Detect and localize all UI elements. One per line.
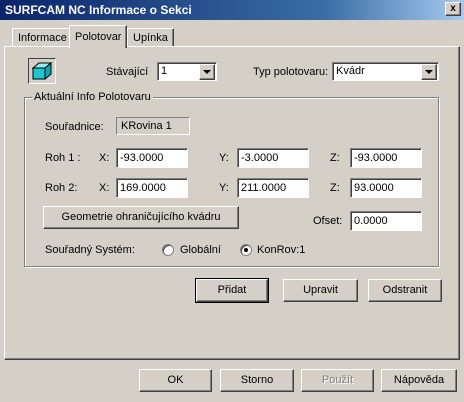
corner1-z-value: -93.0000 bbox=[354, 152, 398, 164]
current-stock-value: 1 bbox=[161, 65, 168, 77]
chevron-down-icon[interactable] bbox=[199, 64, 215, 80]
coords-label: Souřadnice: bbox=[45, 121, 104, 133]
corner2-x-input[interactable]: 169.0000 bbox=[116, 178, 188, 198]
offset-label: Ofset: bbox=[313, 215, 343, 227]
corner1-z-label: Z: bbox=[330, 152, 340, 164]
current-stock-label: Stávající bbox=[106, 66, 149, 78]
radio-global-label[interactable]: Globální bbox=[180, 243, 221, 257]
add-button[interactable]: Přidat bbox=[195, 278, 269, 303]
coord-system-label: Souřadný Systém: bbox=[45, 244, 135, 256]
add-button-label: Přidat bbox=[217, 284, 247, 296]
corner1-x-input[interactable]: -93.0000 bbox=[116, 148, 188, 168]
corner2-label: Roh 2: bbox=[45, 182, 78, 194]
corner1-label: Roh 1 : bbox=[45, 152, 81, 164]
cancel-button-label: Storno bbox=[240, 374, 274, 386]
offset-value: 0.0000 bbox=[354, 215, 388, 227]
coords-value-field: KRovina 1 bbox=[116, 117, 190, 135]
corner2-z-value: 93.0000 bbox=[354, 182, 394, 194]
group-title: Aktuální Info Polotovaru bbox=[32, 90, 153, 104]
corner1-y-value: -3.0000 bbox=[241, 152, 279, 164]
bounding-box-geometry-label: Geometrie ohraničujícího kvádru bbox=[61, 211, 221, 223]
coords-value: KRovina 1 bbox=[121, 120, 172, 132]
ok-button-label: OK bbox=[167, 374, 184, 386]
corner2-x-value: 169.0000 bbox=[120, 182, 166, 194]
radio-local[interactable] bbox=[240, 244, 252, 256]
stock-type-value: Kvádr bbox=[336, 65, 365, 77]
bounding-box-geometry-button[interactable]: Geometrie ohraničujícího kvádru bbox=[43, 206, 239, 229]
current-stock-combo[interactable]: 1 bbox=[157, 62, 217, 81]
help-button[interactable]: Nápověda bbox=[381, 369, 457, 392]
ok-button[interactable]: OK bbox=[139, 369, 212, 392]
corner1-z-input[interactable]: -93.0000 bbox=[350, 148, 422, 168]
stock-type-button[interactable] bbox=[28, 58, 56, 84]
stock-type-label: Typ polotovaru: bbox=[253, 66, 329, 78]
edit-button-label: Upravit bbox=[303, 284, 338, 296]
corner2-z-input[interactable]: 93.0000 bbox=[350, 178, 422, 198]
chevron-down-icon[interactable] bbox=[421, 64, 437, 80]
corner2-x-label: X: bbox=[99, 182, 110, 194]
cancel-button[interactable]: Storno bbox=[220, 369, 294, 392]
corner2-y-input[interactable]: 211.0000 bbox=[237, 178, 309, 198]
radio-local-label[interactable]: KonRov:1 bbox=[257, 243, 305, 257]
corner2-z-label: Z: bbox=[330, 182, 340, 194]
apply-button-label: Použít bbox=[321, 374, 354, 386]
corner1-x-value: -93.0000 bbox=[120, 152, 164, 164]
remove-button[interactable]: Odstranit bbox=[368, 279, 442, 302]
corner1-x-label: X: bbox=[99, 152, 110, 164]
help-button-label: Nápověda bbox=[393, 374, 445, 386]
corner2-y-label: Y: bbox=[219, 182, 229, 194]
corner1-y-label: Y: bbox=[219, 152, 229, 164]
stock-type-combo[interactable]: Kvádr bbox=[332, 62, 439, 81]
offset-input[interactable]: 0.0000 bbox=[350, 211, 422, 231]
box-stock-icon bbox=[31, 61, 53, 81]
remove-button-label: Odstranit bbox=[382, 284, 428, 296]
apply-button[interactable]: Použít bbox=[301, 369, 374, 392]
edit-button[interactable]: Upravit bbox=[283, 279, 358, 302]
corner1-y-input[interactable]: -3.0000 bbox=[237, 148, 309, 168]
radio-global[interactable] bbox=[162, 244, 174, 256]
corner2-y-value: 211.0000 bbox=[241, 182, 287, 194]
